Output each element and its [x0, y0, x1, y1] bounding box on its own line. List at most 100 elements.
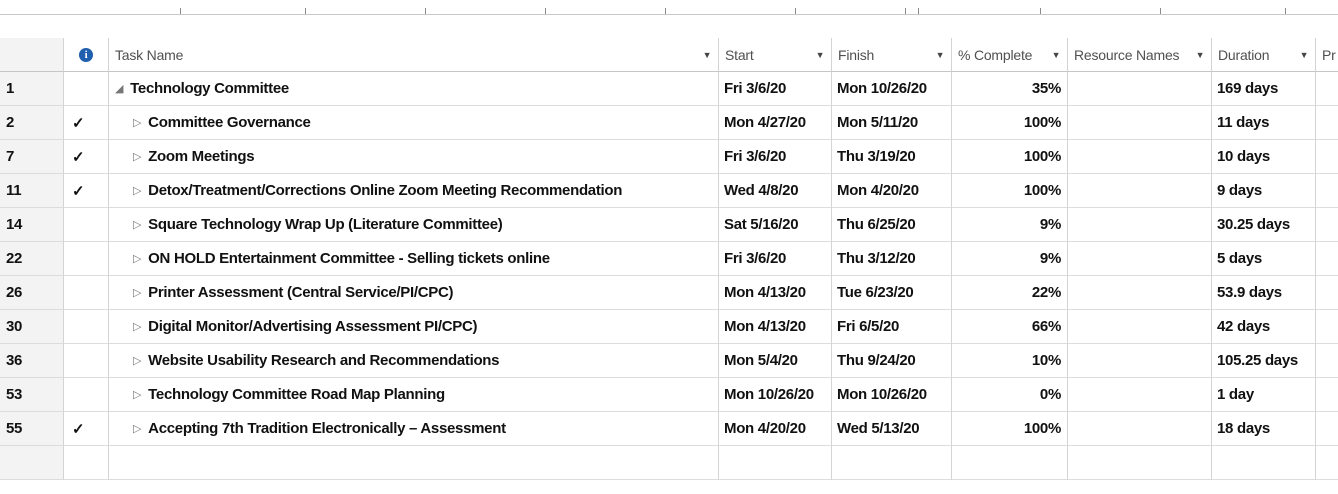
finish-cell[interactable]: Thu 3/12/20 [832, 242, 952, 276]
start-cell[interactable]: Fri 3/6/20 [719, 242, 832, 276]
duration-cell[interactable]: 42 days [1212, 310, 1316, 344]
predecessors-cell[interactable] [1316, 412, 1338, 446]
pct-complete-cell[interactable]: 0% [952, 378, 1068, 412]
indicators-header[interactable]: i [64, 38, 109, 72]
task-name-cell[interactable]: ▷ Detox/Treatment/Corrections Online Zoom… [109, 174, 719, 208]
task-name-cell[interactable]: ▷ Technology Committee Road Map Planning [109, 378, 719, 412]
duration-cell[interactable]: 5 days [1212, 242, 1316, 276]
resource-names-cell[interactable] [1068, 208, 1212, 242]
duration-cell[interactable]: 105.25 days [1212, 344, 1316, 378]
task-name-cell[interactable]: ▷ Square Technology Wrap Up (Literature C… [109, 208, 719, 242]
row-number[interactable]: 55 [0, 412, 64, 446]
resource-names-cell[interactable] [1068, 276, 1212, 310]
start-cell[interactable]: Fri 3/6/20 [719, 72, 832, 106]
finish-cell[interactable]: Mon 10/26/20 [832, 72, 952, 106]
pct-complete-cell[interactable]: 100% [952, 412, 1068, 446]
finish-cell[interactable]: Mon 5/11/20 [832, 106, 952, 140]
pct-complete-header[interactable]: % Complete ▼ [952, 38, 1068, 72]
resource-names-cell[interactable] [1068, 344, 1212, 378]
resource-names-header[interactable]: Resource Names ▼ [1068, 38, 1212, 72]
finish-cell[interactable]: Tue 6/23/20 [832, 276, 952, 310]
start-cell[interactable]: Mon 4/13/20 [719, 310, 832, 344]
indicator-cell[interactable] [64, 72, 109, 106]
pct-complete-cell[interactable]: 100% [952, 106, 1068, 140]
pct-complete-cell[interactable]: 9% [952, 208, 1068, 242]
row-number[interactable]: 7 [0, 140, 64, 174]
task-name-cell[interactable] [109, 446, 719, 480]
pct-complete-cell[interactable]: 22% [952, 276, 1068, 310]
indicator-cell[interactable] [64, 310, 109, 344]
expand-triangle-icon[interactable]: ▷ [133, 218, 141, 231]
task-name-cell[interactable]: ▷ Website Usability Research and Recommen… [109, 344, 719, 378]
duration-cell[interactable]: 169 days [1212, 72, 1316, 106]
expand-triangle-icon[interactable]: ▷ [133, 116, 141, 129]
indicator-cell[interactable] [64, 276, 109, 310]
predecessors-cell[interactable] [1316, 106, 1338, 140]
duration-cell[interactable]: 10 days [1212, 140, 1316, 174]
row-number[interactable]: 53 [0, 378, 64, 412]
indicator-cell[interactable] [64, 344, 109, 378]
duration-cell[interactable]: 11 days [1212, 106, 1316, 140]
expand-triangle-icon[interactable]: ▷ [133, 184, 141, 197]
row-number[interactable]: 1 [0, 72, 64, 106]
start-cell[interactable]: Mon 4/27/20 [719, 106, 832, 140]
predecessors-cell[interactable] [1316, 208, 1338, 242]
start-cell[interactable]: Mon 5/4/20 [719, 344, 832, 378]
task-name-cell[interactable]: ▷ Printer Assessment (Central Service/PI/… [109, 276, 719, 310]
finish-cell[interactable]: Thu 9/24/20 [832, 344, 952, 378]
resource-names-cell[interactable] [1068, 242, 1212, 276]
predecessors-header[interactable]: Pr [1316, 38, 1338, 72]
resource-names-cell[interactable] [1068, 106, 1212, 140]
predecessors-cell[interactable] [1316, 344, 1338, 378]
task-name-cell[interactable]: ▷ Accepting 7th Tradition Electronically … [109, 412, 719, 446]
row-number[interactable]: 22 [0, 242, 64, 276]
finish-cell[interactable]: Thu 3/19/20 [832, 140, 952, 174]
row-number[interactable]: 30 [0, 310, 64, 344]
indicator-cell[interactable] [64, 446, 109, 480]
predecessors-cell[interactable] [1316, 446, 1338, 480]
indicator-cell[interactable] [64, 208, 109, 242]
start-cell[interactable]: Mon 4/13/20 [719, 276, 832, 310]
indicator-cell[interactable] [64, 242, 109, 276]
row-number[interactable]: 26 [0, 276, 64, 310]
start-header[interactable]: Start ▼ [719, 38, 832, 72]
expand-triangle-icon[interactable]: ▷ [133, 422, 141, 435]
expand-triangle-icon[interactable]: ▷ [133, 354, 141, 367]
indicator-cell[interactable]: ✓ [64, 174, 109, 208]
task-name-cell[interactable]: ◢ Technology Committee [109, 72, 719, 106]
chevron-down-icon[interactable]: ▼ [813, 50, 827, 60]
indicator-cell[interactable]: ✓ [64, 412, 109, 446]
pct-complete-cell[interactable] [952, 446, 1068, 480]
start-cell[interactable]: Fri 3/6/20 [719, 140, 832, 174]
duration-cell[interactable]: 9 days [1212, 174, 1316, 208]
duration-cell[interactable]: 1 day [1212, 378, 1316, 412]
select-all-corner[interactable] [0, 38, 64, 72]
pct-complete-cell[interactable]: 100% [952, 174, 1068, 208]
pct-complete-cell[interactable]: 100% [952, 140, 1068, 174]
task-name-header[interactable]: Task Name ▼ [109, 38, 719, 72]
resource-names-cell[interactable] [1068, 310, 1212, 344]
chevron-down-icon[interactable]: ▼ [933, 50, 947, 60]
duration-cell[interactable] [1212, 446, 1316, 480]
chevron-down-icon[interactable]: ▼ [1049, 50, 1063, 60]
collapse-triangle-icon[interactable]: ◢ [115, 82, 123, 95]
expand-triangle-icon[interactable]: ▷ [133, 150, 141, 163]
start-cell[interactable]: Mon 4/20/20 [719, 412, 832, 446]
row-number[interactable]: 14 [0, 208, 64, 242]
indicator-cell[interactable]: ✓ [64, 106, 109, 140]
task-name-cell[interactable]: ▷ Zoom Meetings [109, 140, 719, 174]
resource-names-cell[interactable] [1068, 174, 1212, 208]
duration-cell[interactable]: 53.9 days [1212, 276, 1316, 310]
finish-cell[interactable]: Mon 10/26/20 [832, 378, 952, 412]
predecessors-cell[interactable] [1316, 140, 1338, 174]
predecessors-cell[interactable] [1316, 378, 1338, 412]
resource-names-cell[interactable] [1068, 378, 1212, 412]
expand-triangle-icon[interactable]: ▷ [133, 286, 141, 299]
predecessors-cell[interactable] [1316, 242, 1338, 276]
resource-names-cell[interactable] [1068, 140, 1212, 174]
chevron-down-icon[interactable]: ▼ [1193, 50, 1207, 60]
predecessors-cell[interactable] [1316, 72, 1338, 106]
finish-cell[interactable]: Wed 5/13/20 [832, 412, 952, 446]
expand-triangle-icon[interactable]: ▷ [133, 388, 141, 401]
predecessors-cell[interactable] [1316, 276, 1338, 310]
